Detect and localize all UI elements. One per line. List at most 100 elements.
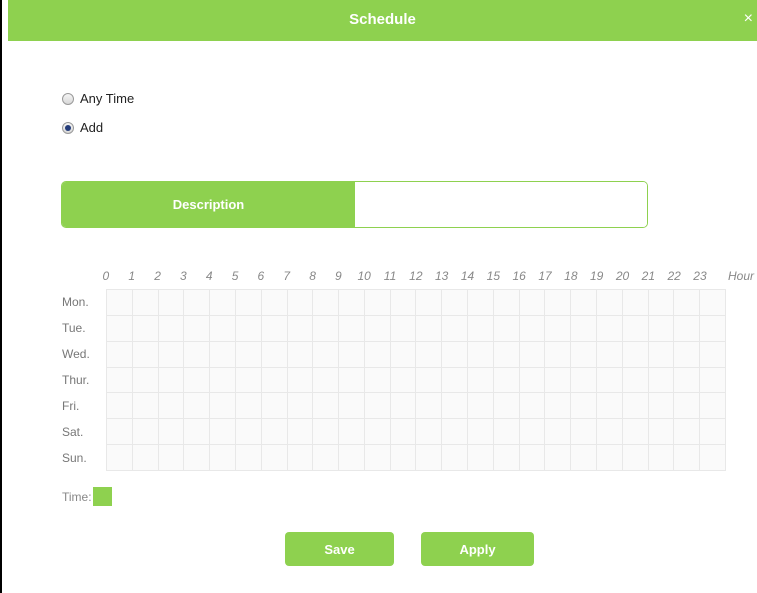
schedule-cell[interactable] — [597, 445, 623, 471]
description-input[interactable] — [355, 182, 647, 227]
close-icon[interactable]: × — [744, 9, 753, 29]
schedule-cell[interactable] — [210, 315, 236, 342]
schedule-cell[interactable] — [700, 341, 726, 368]
schedule-cell[interactable] — [287, 367, 314, 394]
schedule-cell[interactable] — [339, 445, 365, 471]
schedule-cell[interactable] — [107, 419, 133, 446]
schedule-cell[interactable] — [390, 445, 417, 471]
schedule-cell[interactable] — [107, 445, 133, 471]
schedule-cell[interactable] — [235, 419, 262, 446]
schedule-cell[interactable] — [107, 367, 133, 394]
schedule-cell[interactable] — [390, 393, 417, 420]
schedule-cell[interactable] — [313, 367, 340, 394]
schedule-cell[interactable] — [287, 393, 314, 420]
schedule-cell[interactable] — [519, 393, 546, 420]
schedule-cell[interactable] — [210, 419, 236, 446]
schedule-cell[interactable] — [416, 393, 443, 420]
schedule-cell[interactable] — [261, 341, 288, 368]
schedule-grid[interactable] — [106, 289, 726, 471]
schedule-cell[interactable] — [519, 445, 546, 471]
schedule-cell[interactable] — [390, 367, 417, 394]
schedule-cell[interactable] — [261, 445, 288, 471]
schedule-cell[interactable] — [184, 341, 211, 368]
schedule-cell[interactable] — [674, 445, 701, 471]
schedule-cell[interactable] — [390, 419, 417, 446]
schedule-cell[interactable] — [184, 367, 211, 394]
schedule-cell[interactable] — [210, 445, 236, 471]
schedule-cell[interactable] — [571, 315, 598, 342]
schedule-cell[interactable] — [132, 445, 159, 471]
schedule-cell[interactable] — [184, 290, 211, 316]
schedule-cell[interactable] — [545, 290, 572, 316]
schedule-cell[interactable] — [442, 419, 469, 446]
schedule-cell[interactable] — [184, 315, 211, 342]
schedule-cell[interactable] — [287, 445, 314, 471]
schedule-cell[interactable] — [493, 393, 520, 420]
schedule-cell[interactable] — [700, 419, 726, 446]
schedule-cell[interactable] — [364, 393, 391, 420]
schedule-cell[interactable] — [339, 393, 365, 420]
schedule-cell[interactable] — [261, 367, 288, 394]
schedule-cell[interactable] — [364, 419, 391, 446]
schedule-cell[interactable] — [571, 290, 598, 316]
schedule-cell[interactable] — [261, 419, 288, 446]
schedule-cell[interactable] — [287, 341, 314, 368]
schedule-cell[interactable] — [184, 419, 211, 446]
schedule-cell[interactable] — [571, 393, 598, 420]
schedule-cell[interactable] — [700, 445, 726, 471]
schedule-cell[interactable] — [313, 419, 340, 446]
schedule-cell[interactable] — [493, 445, 520, 471]
schedule-cell[interactable] — [313, 445, 340, 471]
schedule-cell[interactable] — [648, 367, 675, 394]
schedule-cell[interactable] — [107, 341, 133, 368]
schedule-cell[interactable] — [571, 341, 598, 368]
schedule-cell[interactable] — [261, 315, 288, 342]
schedule-cell[interactable] — [235, 341, 262, 368]
schedule-cell[interactable] — [416, 341, 443, 368]
schedule-cell[interactable] — [622, 445, 649, 471]
schedule-cell[interactable] — [571, 367, 598, 394]
schedule-cell[interactable] — [210, 290, 236, 316]
schedule-cell[interactable] — [339, 290, 365, 316]
apply-button[interactable]: Apply — [421, 532, 534, 566]
schedule-cell[interactable] — [339, 367, 365, 394]
schedule-cell[interactable] — [235, 315, 262, 342]
schedule-cell[interactable] — [339, 419, 365, 446]
schedule-cell[interactable] — [622, 393, 649, 420]
schedule-cell[interactable] — [648, 341, 675, 368]
schedule-cell[interactable] — [339, 341, 365, 368]
schedule-cell[interactable] — [132, 315, 159, 342]
schedule-cell[interactable] — [442, 341, 469, 368]
schedule-cell[interactable] — [158, 290, 185, 316]
radio-button-any-time[interactable] — [62, 92, 74, 105]
schedule-cell[interactable] — [700, 367, 726, 394]
schedule-cell[interactable] — [468, 393, 494, 420]
schedule-cell[interactable] — [545, 367, 572, 394]
schedule-cell[interactable] — [287, 290, 314, 316]
schedule-cell[interactable] — [493, 367, 520, 394]
schedule-cell[interactable] — [519, 341, 546, 368]
schedule-cell[interactable] — [364, 367, 391, 394]
schedule-cell[interactable] — [364, 445, 391, 471]
schedule-cell[interactable] — [210, 393, 236, 420]
schedule-cell[interactable] — [132, 341, 159, 368]
schedule-cell[interactable] — [158, 445, 185, 471]
schedule-cell[interactable] — [622, 290, 649, 316]
save-button[interactable]: Save — [285, 532, 394, 566]
schedule-cell[interactable] — [184, 445, 211, 471]
schedule-cell[interactable] — [364, 290, 391, 316]
schedule-cell[interactable] — [235, 290, 262, 316]
schedule-cell[interactable] — [571, 445, 598, 471]
schedule-cell[interactable] — [416, 367, 443, 394]
schedule-cell[interactable] — [235, 393, 262, 420]
schedule-cell[interactable] — [416, 315, 443, 342]
schedule-cell[interactable] — [674, 341, 701, 368]
schedule-cell[interactable] — [442, 367, 469, 394]
schedule-cell[interactable] — [493, 419, 520, 446]
schedule-cell[interactable] — [519, 290, 546, 316]
schedule-cell[interactable] — [648, 393, 675, 420]
schedule-cell[interactable] — [648, 419, 675, 446]
schedule-cell[interactable] — [235, 445, 262, 471]
schedule-cell[interactable] — [107, 315, 133, 342]
schedule-cell[interactable] — [622, 341, 649, 368]
